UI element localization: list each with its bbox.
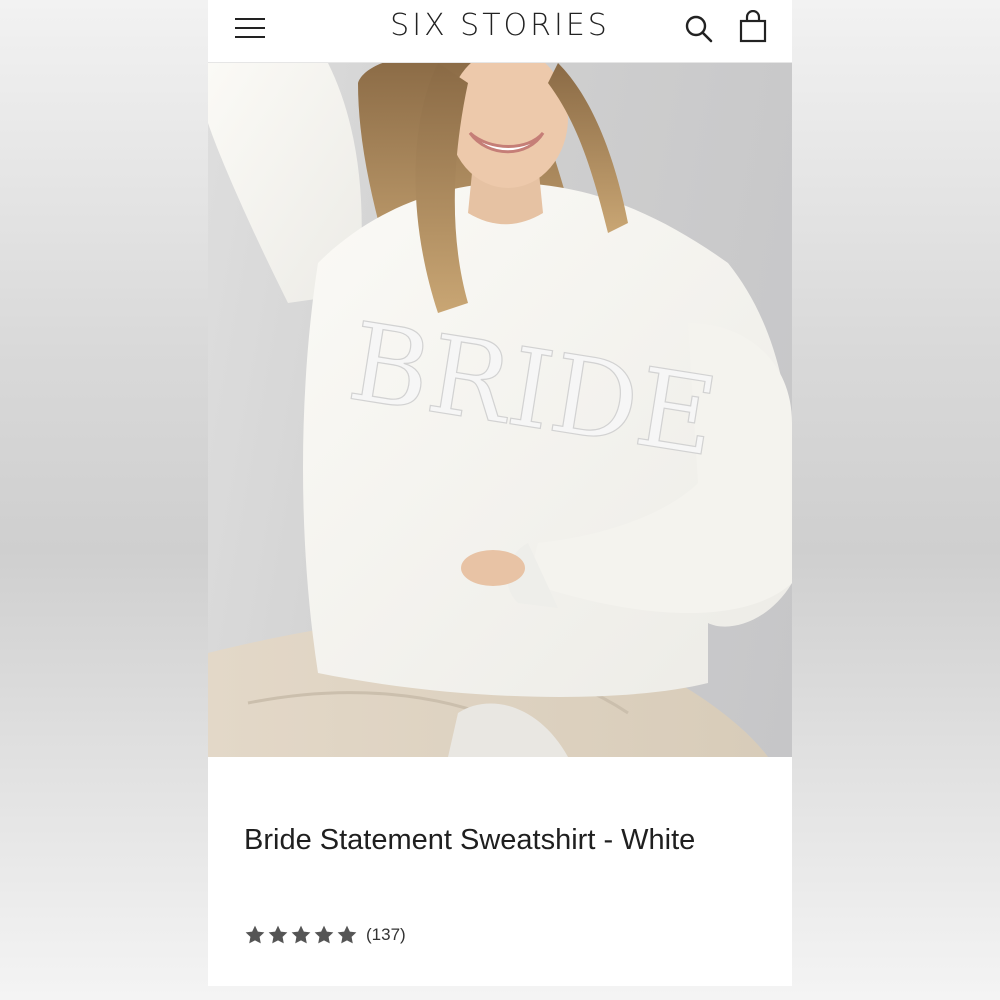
review-count[interactable]: (137) — [366, 925, 406, 945]
product-photo-illustration: BRIDE — [208, 63, 792, 757]
star-icon — [268, 925, 288, 944]
product-rating[interactable]: (137) — [244, 923, 406, 947]
product-image[interactable]: BRIDE — [208, 63, 792, 757]
star-icon — [314, 925, 334, 944]
product-title[interactable]: Bride Statement Sweatshirt - White — [244, 813, 714, 867]
search-icon[interactable] — [684, 14, 714, 44]
site-header: SIX STORIES — [208, 0, 792, 63]
hamburger-menu-icon[interactable] — [233, 15, 267, 43]
star-icon — [291, 925, 311, 944]
shopping-bag-icon[interactable] — [736, 9, 770, 44]
star-icon — [245, 925, 265, 944]
product-info: Bride Statement Sweatshirt - White (137) — [208, 757, 792, 986]
star-rating — [244, 924, 358, 946]
brand-logo[interactable]: SIX STORIES — [358, 8, 642, 43]
star-icon — [337, 925, 357, 944]
mobile-page: SIX STORIES BRIDE Bride Statement Sweats… — [208, 0, 792, 986]
